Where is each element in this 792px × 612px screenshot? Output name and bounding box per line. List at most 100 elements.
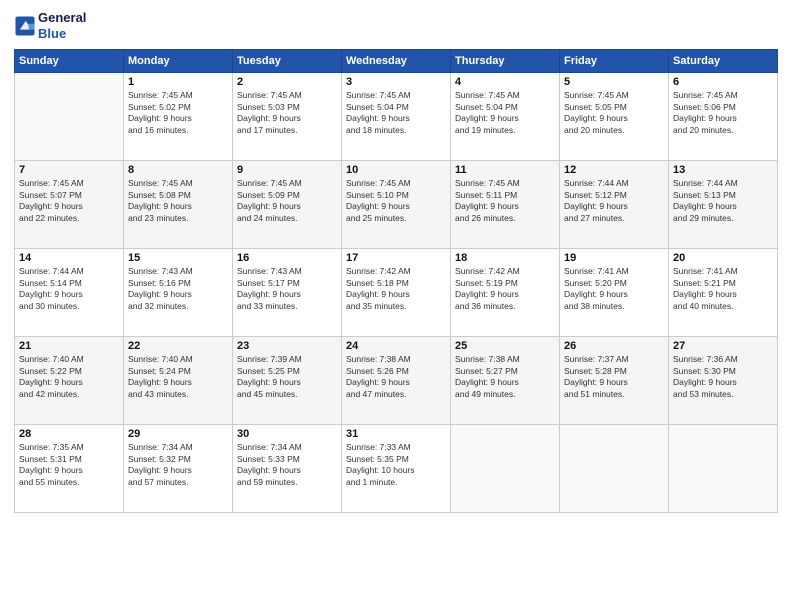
day-number: 28 — [19, 428, 119, 440]
calendar-cell: 9 Sunrise: 7:45 AM Sunset: 5:09 PM Daylig… — [233, 161, 342, 249]
weekday-header-saturday: Saturday — [669, 50, 778, 73]
day-number: 29 — [128, 428, 228, 440]
calendar-week-row: 7 Sunrise: 7:45 AM Sunset: 5:07 PM Daylig… — [15, 161, 778, 249]
calendar-cell: 27Sunrise: 7:36 AM Sunset: 5:30 PM Dayli… — [669, 337, 778, 425]
day-info: Sunrise: 7:45 AM Sunset: 5:04 PM Dayligh… — [346, 90, 446, 136]
day-info: Sunrise: 7:45 AM Sunset: 5:08 PM Dayligh… — [128, 178, 228, 224]
calendar-cell — [451, 425, 560, 513]
calendar-cell: 10 Sunrise: 7:45 AM Sunset: 5:10 PM Dayli… — [342, 161, 451, 249]
weekday-header-friday: Friday — [560, 50, 669, 73]
calendar-cell: 13Sunrise: 7:44 AM Sunset: 5:13 PM Dayli… — [669, 161, 778, 249]
day-info: Sunrise: 7:41 AM Sunset: 5:20 PM Dayligh… — [564, 266, 664, 312]
calendar-cell: 14 Sunrise: 7:44 AM Sunset: 5:14 PM Dayli… — [15, 249, 124, 337]
logo: General Blue — [14, 10, 86, 41]
day-number: 10 — [346, 164, 446, 176]
weekday-header-thursday: Thursday — [451, 50, 560, 73]
calendar-cell: 18Sunrise: 7:42 AM Sunset: 5:19 PM Dayli… — [451, 249, 560, 337]
day-number: 14 — [19, 252, 119, 264]
day-info: Sunrise: 7:45 AM Sunset: 5:04 PM Dayligh… — [455, 90, 555, 136]
page-container: General Blue SundayMondayTuesdayWednesda… — [0, 0, 792, 612]
day-info: Sunrise: 7:41 AM Sunset: 5:21 PM Dayligh… — [673, 266, 773, 312]
day-number: 4 — [455, 76, 555, 88]
calendar-cell: 16 Sunrise: 7:43 AM Sunset: 5:17 PM Dayli… — [233, 249, 342, 337]
day-number: 19 — [564, 252, 664, 264]
day-number: 3 — [346, 76, 446, 88]
calendar-cell: 25Sunrise: 7:38 AM Sunset: 5:27 PM Dayli… — [451, 337, 560, 425]
day-info: Sunrise: 7:45 AM Sunset: 5:02 PM Dayligh… — [128, 90, 228, 136]
calendar-week-row: 21 Sunrise: 7:40 AM Sunset: 5:22 PM Dayli… — [15, 337, 778, 425]
weekday-header-wednesday: Wednesday — [342, 50, 451, 73]
day-info: Sunrise: 7:35 AM Sunset: 5:31 PM Dayligh… — [19, 442, 119, 488]
day-number: 24 — [346, 340, 446, 352]
day-number: 12 — [564, 164, 664, 176]
calendar-cell: 20Sunrise: 7:41 AM Sunset: 5:21 PM Dayli… — [669, 249, 778, 337]
day-number: 2 — [237, 76, 337, 88]
calendar-cell: 30Sunrise: 7:34 AM Sunset: 5:33 PM Dayli… — [233, 425, 342, 513]
day-number: 27 — [673, 340, 773, 352]
calendar-week-row: 28 Sunrise: 7:35 AM Sunset: 5:31 PM Dayli… — [15, 425, 778, 513]
calendar-cell: 4 Sunrise: 7:45 AM Sunset: 5:04 PM Daylig… — [451, 73, 560, 161]
day-number: 1 — [128, 76, 228, 88]
day-info: Sunrise: 7:40 AM Sunset: 5:22 PM Dayligh… — [19, 354, 119, 400]
calendar-cell: 29 Sunrise: 7:34 AM Sunset: 5:32 PM Dayli… — [124, 425, 233, 513]
day-number: 17 — [346, 252, 446, 264]
day-info: Sunrise: 7:45 AM Sunset: 5:10 PM Dayligh… — [346, 178, 446, 224]
day-info: Sunrise: 7:43 AM Sunset: 5:16 PM Dayligh… — [128, 266, 228, 312]
calendar-cell: 28 Sunrise: 7:35 AM Sunset: 5:31 PM Dayli… — [15, 425, 124, 513]
calendar-cell: 23Sunrise: 7:39 AM Sunset: 5:25 PM Dayli… — [233, 337, 342, 425]
day-info: Sunrise: 7:33 AM Sunset: 5:35 PM Dayligh… — [346, 442, 446, 488]
calendar-cell: 1 Sunrise: 7:45 AM Sunset: 5:02 PM Daylig… — [124, 73, 233, 161]
weekday-header-sunday: Sunday — [15, 50, 124, 73]
day-info: Sunrise: 7:39 AM Sunset: 5:25 PM Dayligh… — [237, 354, 337, 400]
day-info: Sunrise: 7:42 AM Sunset: 5:19 PM Dayligh… — [455, 266, 555, 312]
day-number: 16 — [237, 252, 337, 264]
calendar-cell: 3 Sunrise: 7:45 AM Sunset: 5:04 PM Daylig… — [342, 73, 451, 161]
day-number: 22 — [128, 340, 228, 352]
calendar-cell: 7 Sunrise: 7:45 AM Sunset: 5:07 PM Daylig… — [15, 161, 124, 249]
day-number: 9 — [237, 164, 337, 176]
weekday-header-monday: Monday — [124, 50, 233, 73]
day-number: 7 — [19, 164, 119, 176]
weekday-header-tuesday: Tuesday — [233, 50, 342, 73]
calendar-cell: 24 Sunrise: 7:38 AM Sunset: 5:26 PM Dayli… — [342, 337, 451, 425]
day-number: 8 — [128, 164, 228, 176]
calendar-week-row: 1 Sunrise: 7:45 AM Sunset: 5:02 PM Daylig… — [15, 73, 778, 161]
day-info: Sunrise: 7:37 AM Sunset: 5:28 PM Dayligh… — [564, 354, 664, 400]
day-info: Sunrise: 7:45 AM Sunset: 5:05 PM Dayligh… — [564, 90, 664, 136]
calendar-cell: 21 Sunrise: 7:40 AM Sunset: 5:22 PM Dayli… — [15, 337, 124, 425]
day-number: 11 — [455, 164, 555, 176]
calendar-cell — [669, 425, 778, 513]
day-info: Sunrise: 7:44 AM Sunset: 5:14 PM Dayligh… — [19, 266, 119, 312]
day-info: Sunrise: 7:45 AM Sunset: 5:11 PM Dayligh… — [455, 178, 555, 224]
calendar-cell: 22 Sunrise: 7:40 AM Sunset: 5:24 PM Dayli… — [124, 337, 233, 425]
day-number: 15 — [128, 252, 228, 264]
day-info: Sunrise: 7:40 AM Sunset: 5:24 PM Dayligh… — [128, 354, 228, 400]
day-number: 6 — [673, 76, 773, 88]
page-header: General Blue — [14, 10, 778, 41]
calendar-cell: 2 Sunrise: 7:45 AM Sunset: 5:03 PM Daylig… — [233, 73, 342, 161]
calendar-cell — [15, 73, 124, 161]
day-info: Sunrise: 7:43 AM Sunset: 5:17 PM Dayligh… — [237, 266, 337, 312]
calendar-cell: 17Sunrise: 7:42 AM Sunset: 5:18 PM Dayli… — [342, 249, 451, 337]
calendar-cell: 31 Sunrise: 7:33 AM Sunset: 5:35 PM Dayli… — [342, 425, 451, 513]
calendar-table: SundayMondayTuesdayWednesdayThursdayFrid… — [14, 49, 778, 513]
day-number: 26 — [564, 340, 664, 352]
day-info: Sunrise: 7:34 AM Sunset: 5:32 PM Dayligh… — [128, 442, 228, 488]
calendar-cell: 11 Sunrise: 7:45 AM Sunset: 5:11 PM Dayli… — [451, 161, 560, 249]
day-info: Sunrise: 7:45 AM Sunset: 5:06 PM Dayligh… — [673, 90, 773, 136]
calendar-cell: 8 Sunrise: 7:45 AM Sunset: 5:08 PM Daylig… — [124, 161, 233, 249]
day-info: Sunrise: 7:45 AM Sunset: 5:03 PM Dayligh… — [237, 90, 337, 136]
calendar-cell: 5 Sunrise: 7:45 AM Sunset: 5:05 PM Daylig… — [560, 73, 669, 161]
day-info: Sunrise: 7:45 AM Sunset: 5:09 PM Dayligh… — [237, 178, 337, 224]
day-info: Sunrise: 7:45 AM Sunset: 5:07 PM Dayligh… — [19, 178, 119, 224]
calendar-cell — [560, 425, 669, 513]
day-info: Sunrise: 7:38 AM Sunset: 5:26 PM Dayligh… — [346, 354, 446, 400]
logo-text: General Blue — [38, 10, 86, 41]
calendar-header-row: SundayMondayTuesdayWednesdayThursdayFrid… — [15, 50, 778, 73]
calendar-cell: 26 Sunrise: 7:37 AM Sunset: 5:28 PM Dayli… — [560, 337, 669, 425]
day-number: 5 — [564, 76, 664, 88]
day-number: 21 — [19, 340, 119, 352]
day-number: 31 — [346, 428, 446, 440]
day-info: Sunrise: 7:38 AM Sunset: 5:27 PM Dayligh… — [455, 354, 555, 400]
calendar-cell: 15 Sunrise: 7:43 AM Sunset: 5:16 PM Dayli… — [124, 249, 233, 337]
